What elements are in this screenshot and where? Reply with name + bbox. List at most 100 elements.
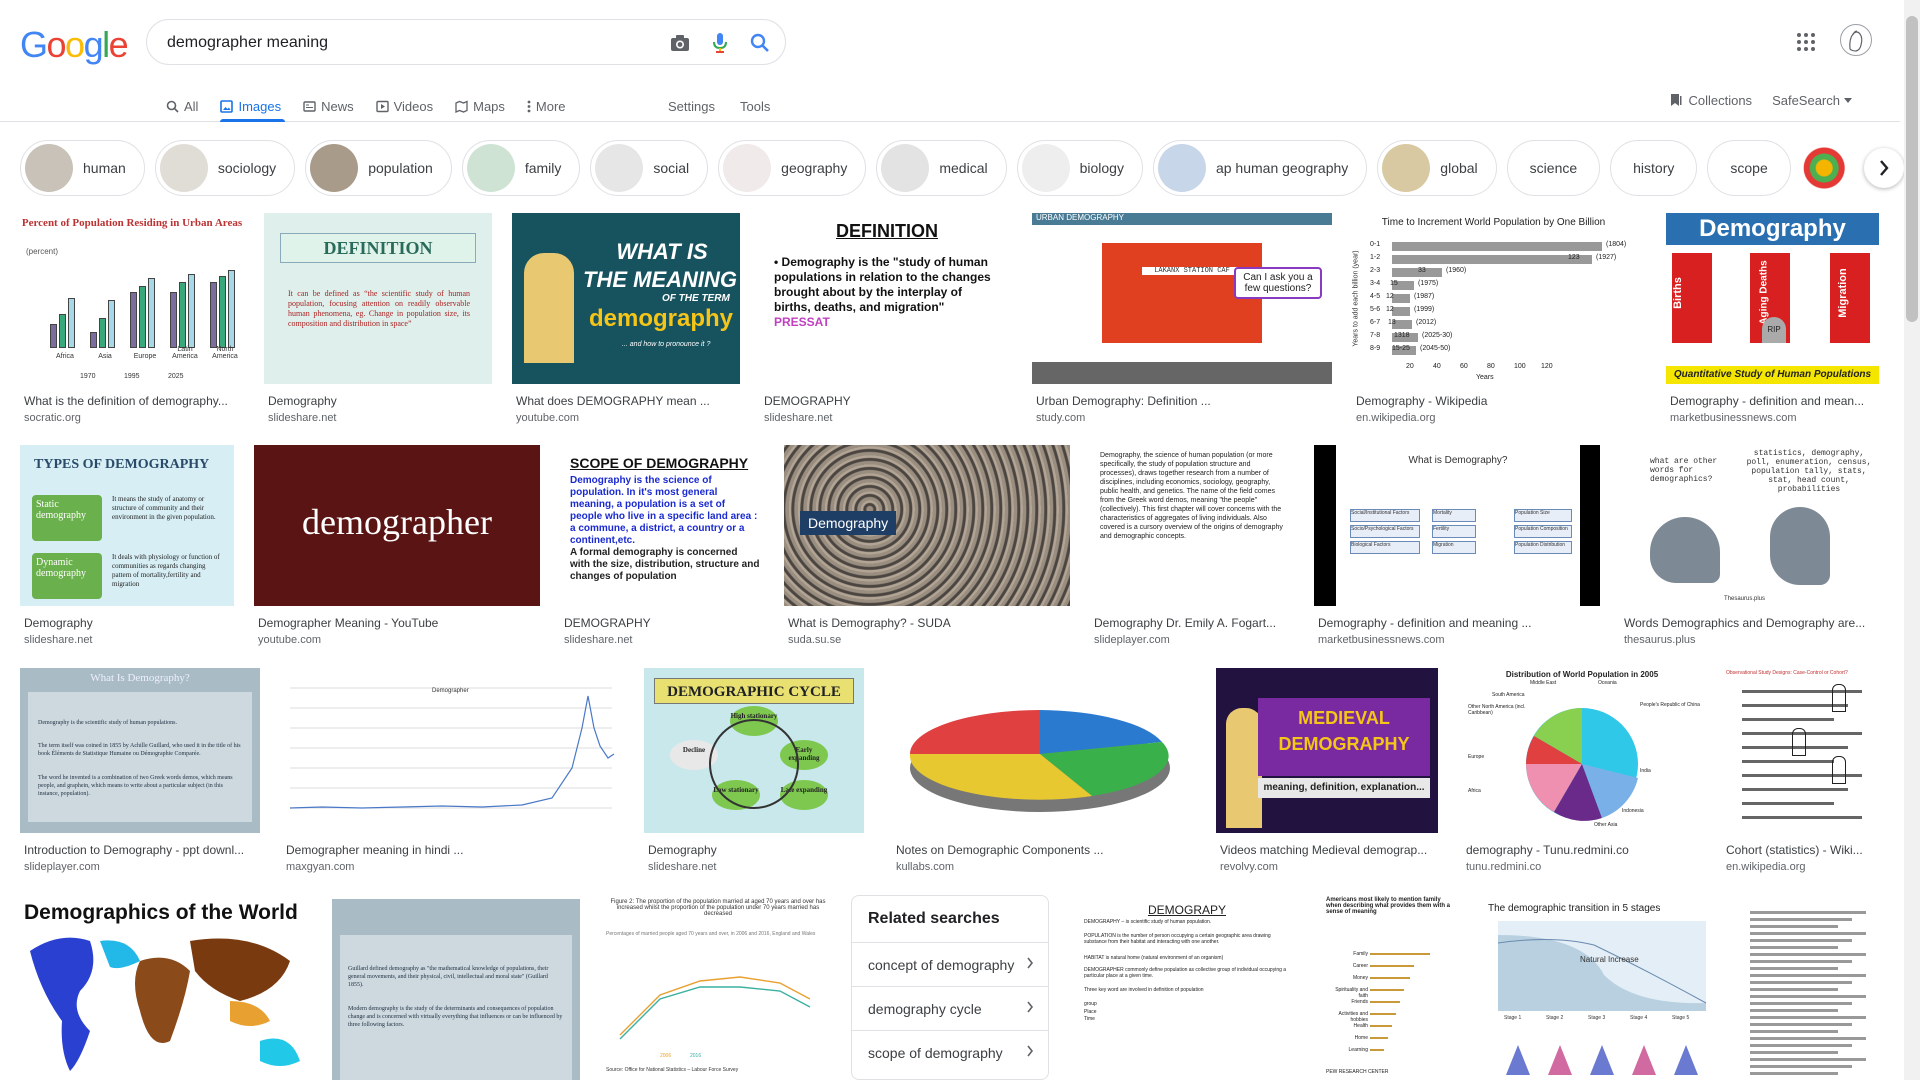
related-chip[interactable]: geography <box>718 140 867 196</box>
image-thumbnail[interactable]: DEMOGRAPHIC CYCLE High stationary Early ex… <box>644 668 864 833</box>
image-source[interactable]: kullabs.com <box>896 861 954 873</box>
image-title[interactable]: Demography - definition and meaning ... <box>1318 616 1596 630</box>
image-thumbnail[interactable]: What Is Demography? Demography is the sci… <box>20 668 260 833</box>
image-result[interactable]: DEMOGRAPHIC CYCLE High stationary Early ex… <box>644 668 864 877</box>
related-chip[interactable]: family <box>461 140 581 196</box>
account-avatar[interactable] <box>1840 24 1872 56</box>
image-source[interactable]: suda.su.se <box>788 634 841 646</box>
image-title[interactable]: Urban Demography: Definition ... <box>1036 394 1328 408</box>
image-source[interactable]: slideshare.net <box>564 634 633 646</box>
image-source[interactable]: marketbusinessnews.com <box>1318 634 1445 646</box>
image-source[interactable]: slideshare.net <box>764 412 833 424</box>
related-chip[interactable]: ap human geography <box>1152 140 1368 196</box>
image-thumbnail[interactable]: Observational Study Designs: Case-Contro… <box>1722 668 1880 833</box>
safesearch-toggle[interactable]: SafeSearch <box>1772 93 1852 108</box>
image-title[interactable]: Demographer meaning in hindi ... <box>286 843 616 857</box>
image-thumbnail[interactable] <box>892 668 1188 833</box>
tab-all[interactable]: All <box>166 90 198 122</box>
image-thumbnail[interactable]: Figure 2: The proportion of the populati… <box>600 895 836 1080</box>
image-thumbnail[interactable]: DEFINITION • Demography is the "study of … <box>760 213 1014 384</box>
settings-link[interactable]: Settings <box>668 90 715 122</box>
image-thumbnail[interactable]: Guillard defined demography as "the math… <box>332 895 580 1080</box>
image-title[interactable]: Introduction to Demography - ppt downl..… <box>24 843 256 857</box>
image-result[interactable]: Figure 2: The proportion of the populati… <box>600 895 836 1080</box>
image-title[interactable]: Demography <box>268 394 488 408</box>
image-result[interactable]: demographer Demographer Meaning - YouTube… <box>254 445 540 650</box>
image-thumbnail[interactable]: Percent of Population Residing in Urban … <box>20 213 244 384</box>
image-source[interactable]: socratic.org <box>24 412 81 424</box>
related-chip[interactable]: medical <box>876 140 1007 196</box>
image-source[interactable]: slideplayer.com <box>24 861 100 873</box>
chips-next-button[interactable] <box>1864 148 1904 188</box>
related-search-item[interactable]: scope of demography <box>852 1030 1048 1074</box>
related-search-item[interactable]: demography cycle <box>852 986 1048 1030</box>
image-thumbnail[interactable]: URBAN DEMOGRAPHY LAKANX STATION CAF Can I … <box>1032 213 1332 384</box>
microphone-icon[interactable] <box>707 30 733 56</box>
apps-grid-icon[interactable] <box>1794 30 1818 54</box>
related-chip[interactable]: science <box>1506 140 1601 196</box>
related-chip[interactable]: global <box>1377 140 1497 196</box>
image-thumbnail[interactable]: MEDIEVAL DEMOGRAPHY meaning, definition, e… <box>1216 668 1438 833</box>
search-icon[interactable] <box>747 30 773 56</box>
image-thumbnail[interactable]: Time to Increment World Population by On… <box>1352 213 1635 384</box>
image-source[interactable]: revolvy.com <box>1220 861 1278 873</box>
image-result[interactable]: Notes on Demographic Components ... kulla… <box>892 668 1188 877</box>
image-thumbnail[interactable]: DEMOGRAPY DEMOGRAPHY – is scientific stud… <box>1070 895 1304 1080</box>
image-title[interactable]: Demography <box>24 616 230 630</box>
image-result[interactable]: Demography, the science of human populat… <box>1090 445 1294 650</box>
image-thumbnail[interactable]: DEFINITION It can be defined as “the scie… <box>264 213 492 384</box>
image-result[interactable]: Demographer Demographer meaning in hindi … <box>282 668 620 877</box>
image-title[interactable]: DEMOGRAPHY <box>764 394 1010 408</box>
image-title[interactable]: What is Demography? - SUDA <box>788 616 1066 630</box>
image-title[interactable]: DEMOGRAPHY <box>564 616 760 630</box>
image-thumbnail[interactable] <box>1736 895 1882 1080</box>
image-title[interactable]: Demography <box>648 843 860 857</box>
image-result[interactable]: Observational Study Designs: Case-Contro… <box>1722 668 1880 877</box>
image-result[interactable]: The demographic transition in 5 stages Na… <box>1484 895 1716 1080</box>
related-chip[interactable]: biology <box>1016 140 1143 196</box>
image-source[interactable]: youtube.com <box>516 412 579 424</box>
image-result[interactable]: Guillard defined demography as "the math… <box>332 895 580 1080</box>
image-thumbnail[interactable]: Demographer <box>282 668 620 833</box>
image-result[interactable] <box>1736 895 1882 1080</box>
image-thumbnail[interactable]: Distribution of World Population in 2005… <box>1462 668 1702 833</box>
image-source[interactable]: slideshare.net <box>24 634 93 646</box>
image-result[interactable]: Distribution of World Population in 2005… <box>1462 668 1702 877</box>
tools-link[interactable]: Tools <box>740 90 770 122</box>
image-thumbnail[interactable]: what are other words for demographics? st… <box>1620 445 1884 606</box>
image-title[interactable]: What does DEMOGRAPHY mean ... <box>516 394 736 408</box>
image-thumbnail[interactable]: TYPES OF DEMOGRAPHY Static demography It m… <box>20 445 234 606</box>
image-result[interactable]: DEFINITION It can be defined as “the scie… <box>264 213 492 428</box>
image-source[interactable]: marketbusinessnews.com <box>1670 412 1797 424</box>
image-result[interactable]: What Is Demography? Demography is the sci… <box>20 668 260 877</box>
search-box[interactable] <box>146 19 786 65</box>
image-result[interactable]: Americans most likely to mention family … <box>1324 895 1458 1080</box>
related-search-item[interactable]: concept of demography <box>852 942 1048 986</box>
related-chip[interactable]: history <box>1610 140 1698 196</box>
image-thumbnail[interactable]: WHAT IS THE MEANING OF THE TERM demography.… <box>512 213 740 384</box>
image-result[interactable]: Percent of Population Residing in Urban … <box>20 213 244 428</box>
google-logo[interactable]: Google <box>20 24 129 66</box>
collections-link[interactable]: Collections <box>1670 93 1752 108</box>
related-chip[interactable]: human <box>20 140 145 196</box>
tab-videos[interactable]: Videos <box>375 90 433 122</box>
image-result[interactable]: Time to Increment World Population by On… <box>1352 213 1635 428</box>
image-thumbnail[interactable]: What is Demography? Social/Institutional … <box>1314 445 1600 606</box>
image-source[interactable]: en.wikipedia.org <box>1356 412 1436 424</box>
image-result[interactable]: URBAN DEMOGRAPHY LAKANX STATION CAF Can I … <box>1032 213 1332 428</box>
image-title[interactable]: Demographer Meaning - YouTube <box>258 616 536 630</box>
scrollbar-thumb[interactable] <box>1906 16 1918 322</box>
image-source[interactable]: study.com <box>1036 412 1085 424</box>
image-thumbnail[interactable]: The demographic transition in 5 stages Na… <box>1484 895 1716 1080</box>
tab-more[interactable]: More <box>527 90 566 122</box>
image-source[interactable]: slideshare.net <box>648 861 717 873</box>
image-title[interactable]: Cohort (statistics) - Wiki... <box>1726 843 1876 857</box>
image-source[interactable]: slideplayer.com <box>1094 634 1170 646</box>
image-source[interactable]: slideshare.net <box>268 412 337 424</box>
image-title[interactable]: Videos matching Medieval demograp... <box>1220 843 1434 857</box>
image-result[interactable]: DEFINITION • Demography is the "study of … <box>760 213 1014 428</box>
image-title[interactable]: Words Demographics and Demography are... <box>1624 616 1880 630</box>
image-result[interactable]: What is Demography? Social/Institutional … <box>1314 445 1600 650</box>
image-title[interactable]: Demography Dr. Emily A. Fogart... <box>1094 616 1290 630</box>
image-thumbnail[interactable]: Americans most likely to mention family … <box>1324 895 1458 1080</box>
